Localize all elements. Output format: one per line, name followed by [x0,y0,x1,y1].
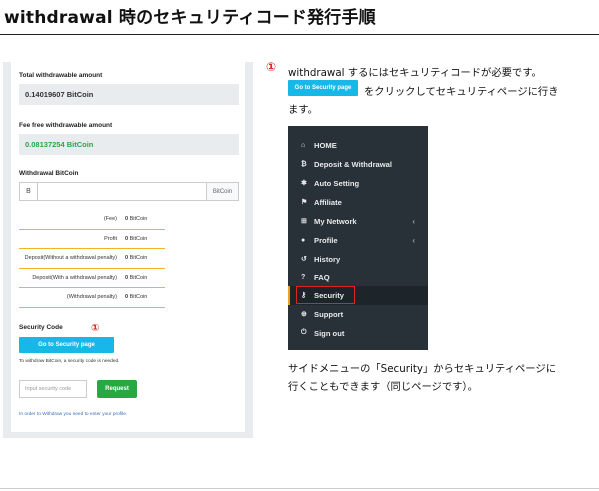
instruction-line-3: ます。 [288,104,318,116]
profile-note-link[interactable]: In order to Withdraw you need to enter y… [19,412,127,417]
fee-row-label: (Fee) [103,216,117,223]
menu-item-deposit-withdrawal[interactable]: ₿ Deposit & Withdrawal [288,155,428,174]
security-highlight-box [296,286,355,304]
fee-row-number: 0 [125,294,129,301]
flag-icon: ⚑ [301,199,308,207]
menu-item-my-network[interactable]: ⊞ My Network ‹ [288,212,428,231]
home-icon: ⌂ [301,141,306,149]
fee-row-value: 0 BitCoin [125,216,165,222]
fee-breakdown-table: (Fee) 0 BitCoin Profit 0 BitCoin Deposit(Wit… [19,210,165,308]
withdrawal-screenshot: Total withdrawable amount 0.14019607 Bit… [3,62,253,438]
security-code-label: Security Code [19,324,63,331]
caption-line-2: 行くこともできます（同じページです）。 [288,381,478,393]
history-icon: ↺ [301,256,307,264]
total-withdrawable-label: Total withdrawable amount [19,72,103,79]
question-icon: ? [301,273,306,281]
fee-row-unit: BitCoin [129,274,148,281]
fee-row-value: 0 BitCoin [125,275,165,281]
instruction-line-1: withdrawal するにはセキュリティコードが必要です。 [288,67,542,79]
step-marker: ① [266,60,277,74]
fee-row-label: Deposit(Without a withdrawal penalty) [24,255,117,262]
fee-row: Deposit(Without a withdrawal penalty) 0 B… [19,249,165,269]
fee-row: (Withdrawal penalty) 0 BitCoin [19,288,165,308]
fee-row: Profit 0 BitCoin [19,230,165,249]
fee-row-number: 0 [125,235,129,242]
withdrawal-amount-input[interactable] [38,183,206,200]
fee-row: Deposit(With a withdrawal penalty) 0 BitC… [19,269,165,288]
menu-item-home[interactable]: ⌂ HOME [288,136,428,155]
chevron-left-icon: ‹ [412,235,415,245]
menu-item-label: FAQ [314,272,330,282]
menu-item-support[interactable]: ⊕ Support [288,305,428,324]
menu-item-label: Deposit & Withdrawal [314,159,392,169]
power-icon: ⏻ [301,329,307,337]
menu-item-label: Sign out [314,328,345,338]
fee-row-unit: BitCoin [129,235,148,242]
fee-row-value: 0 BitCoin [125,255,165,261]
fee-row-value: 0 BitCoin [125,294,165,300]
fee-row-value: 0 BitCoin [125,236,165,242]
fee-row-unit: BitCoin [129,216,148,223]
request-button[interactable]: Request [97,380,137,398]
menu-item-label: HOME [314,140,337,150]
go-to-security-button-example[interactable]: Go to Security page [288,80,358,96]
bitcoin-icon: ₿ [301,160,307,168]
sitemap-icon: ⊞ [301,218,307,226]
user-icon: ● [301,236,306,244]
gear-icon: ✱ [301,180,307,188]
fee-free-label: Fee free withdrawable amount [19,122,113,129]
bitcoin-prefix-icon: B [20,183,38,200]
menu-item-auto-setting[interactable]: ✱ Auto Setting [288,174,428,193]
menu-item-label: Profile [314,235,338,245]
security-code-note: To withdraw BitCoin, a security code is … [19,359,120,364]
menu-item-sign-out[interactable]: ⏻ Sign out [288,324,428,343]
fee-row-number: 0 [125,216,129,223]
menu-item-affiliate[interactable]: ⚑ Affiliate [288,193,428,212]
fee-row-unit: BitCoin [129,255,148,262]
fee-row-number: 0 [125,274,129,281]
menu-item-label: Affiliate [314,197,342,207]
step-marker-small: ① [91,323,100,334]
fee-row-label: (Withdrawal penalty) [66,294,117,301]
fee-row-label: Profit [104,235,117,242]
security-code-input[interactable] [19,380,87,398]
menu-item-label: History [314,254,341,264]
withdrawal-form: Total withdrawable amount 0.14019607 Bit… [11,62,245,432]
withdrawal-amount-group: B BitCoin [19,182,239,201]
menu-item-label: Auto Setting [314,178,360,188]
go-to-security-button[interactable]: Go to Security page [19,337,114,353]
menu-item-label: Support [314,309,344,319]
support-icon: ⊕ [301,311,307,319]
page-title: withdrawal 時のセキュリティコード発行手順 [4,8,376,28]
fee-row: (Fee) 0 BitCoin [19,210,165,230]
total-withdrawable-value: 0.14019607 BitCoin [19,84,239,105]
fee-row-label: Deposit(With a withdrawal penalty) [32,274,117,281]
bottom-divider [0,488,599,489]
title-divider [0,34,599,35]
menu-item-faq[interactable]: ? FAQ [288,268,428,287]
fee-row-number: 0 [125,255,129,262]
fee-row-unit: BitCoin [129,294,148,301]
side-menu: ⌂ HOME ₿ Deposit & Withdrawal ✱ Auto Setting ⚑… [288,126,428,350]
fee-free-value: 0.08137254 BitCoin [19,134,239,155]
menu-item-profile[interactable]: ● Profile ‹ [288,231,428,250]
caption-line-1: サイドメニューの「Security」からセキュリティページに [288,363,556,375]
instruction-line-2: をクリックしてセキュリティページに行き [364,86,559,98]
withdrawal-amount-label: Withdrawal BitCoin [19,170,79,177]
menu-item-history[interactable]: ↺ History [288,250,428,269]
currency-suffix: BitCoin [206,183,238,200]
chevron-left-icon: ‹ [412,216,415,226]
menu-item-label: My Network [314,216,357,226]
